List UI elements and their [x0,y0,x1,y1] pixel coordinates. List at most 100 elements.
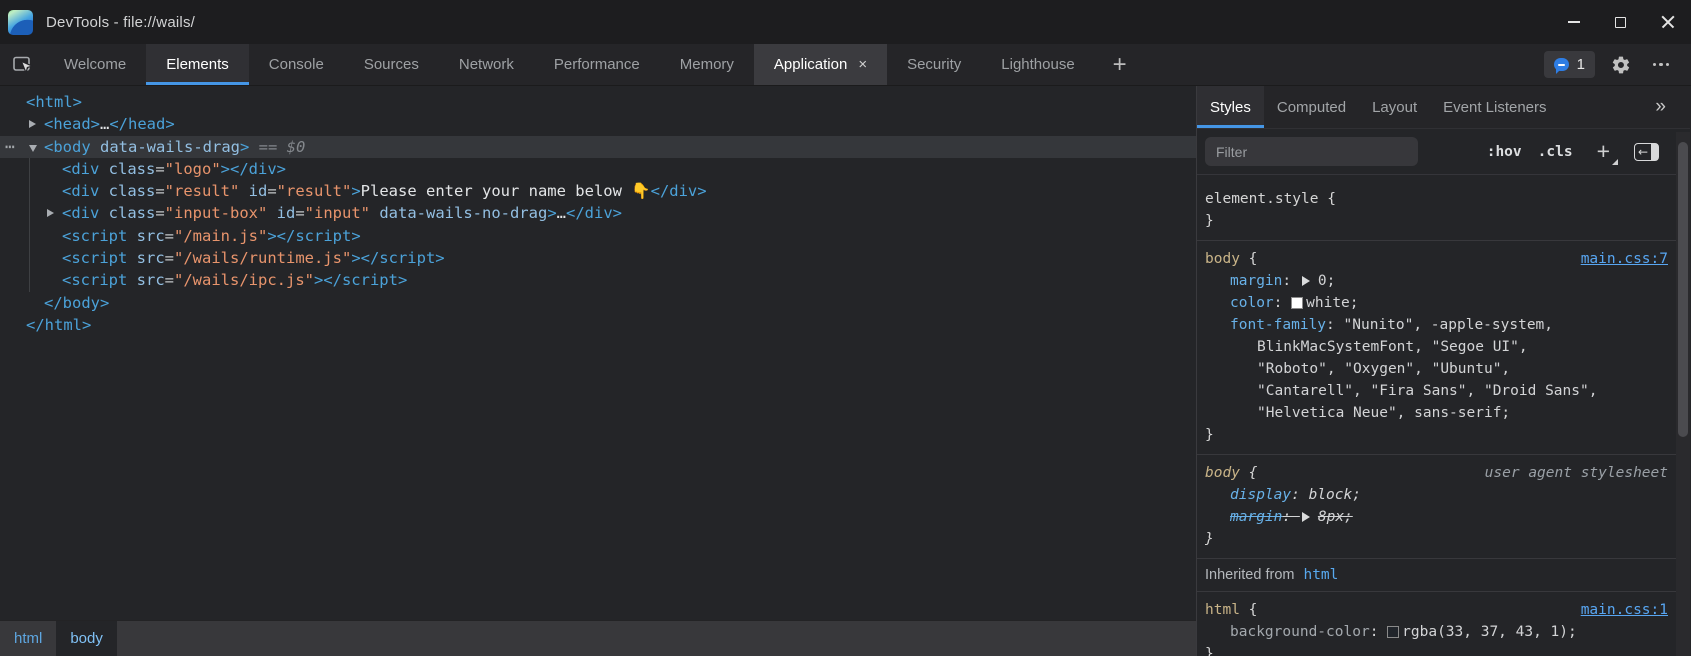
tab-elements[interactable]: Elements [146,44,249,85]
close-tab-icon[interactable]: × [858,57,867,72]
code-segment: <body [44,138,91,156]
breadcrumb-item-body[interactable]: body [56,621,117,656]
tab-memory[interactable]: Memory [660,44,754,85]
css-declaration[interactable]: margin: 8px; [1197,506,1690,528]
css-declaration[interactable]: font-family: "Nunito", -apple-system, [1197,314,1690,336]
rule-selector-line[interactable]: body {user agent stylesheet [1197,462,1690,484]
color-swatch[interactable] [1291,297,1303,309]
rule-selector-line[interactable]: body {main.css:7 [1197,248,1690,270]
dom-tree-row[interactable]: <div class="logo"></div> [0,158,1196,180]
sidebar-more-tabs-button[interactable]: » [1655,86,1690,128]
dom-tree-row[interactable]: ⋯<body data-wails-drag> == $0 [0,136,1196,158]
sidebar-tab-strip: StylesComputedLayoutEvent Listeners » [1197,86,1690,129]
tab-console[interactable]: Console [249,44,344,85]
tab-performance[interactable]: Performance [534,44,660,85]
close-icon [1661,15,1675,29]
dom-tree-row[interactable]: <div class="input-box" id="input" data-w… [0,202,1196,224]
tab-lighthouse[interactable]: Lighthouse [981,44,1094,85]
css-property-name: margin [1230,506,1282,528]
devtools-content: <html><head>…</head>⋯<body data-wails-dr… [0,86,1691,656]
code-segment: <html> [26,93,82,111]
styles-sidebar: StylesComputedLayoutEvent Listeners » :ho… [1197,86,1690,656]
sidebar-tab-layout[interactable]: Layout [1359,86,1430,128]
color-swatch[interactable] [1387,626,1399,638]
code-segment: id [239,182,267,200]
issues-counter-button[interactable]: 1 [1544,51,1595,78]
css-value-continuation: "Roboto", "Oxygen", "Ubuntu", [1197,358,1690,380]
toggle-computed-sidebar-button[interactable]: ← [1634,143,1659,161]
rule-selector-line[interactable]: html {main.css:1 [1197,599,1690,621]
styles-filter-input[interactable] [1205,137,1418,166]
css-property-value: 8px; [1318,506,1353,528]
dom-tree-row[interactable]: </body> [0,292,1196,314]
sidebar-tab-styles[interactable]: Styles [1197,86,1264,128]
code-segment: </html> [26,316,91,334]
css-declaration[interactable]: color: white; [1197,292,1690,314]
minimize-button[interactable] [1550,0,1597,44]
tab-label: Console [269,56,324,73]
toggle-element-state-button[interactable]: :hov [1487,144,1522,160]
tab-application[interactable]: Application× [754,44,887,85]
tab-welcome[interactable]: Welcome [44,44,146,85]
dom-tree-row[interactable]: <div class="result" id="result">Please e… [0,180,1196,202]
more-options-button[interactable] [1647,51,1675,79]
expand-arrow-icon[interactable] [47,209,54,217]
collapse-arrow-icon[interactable] [29,145,37,152]
close-button[interactable] [1644,0,1691,44]
inspect-element-button[interactable] [0,44,44,85]
inherited-node-link[interactable]: html [1303,564,1338,586]
code-segment: = [155,182,164,200]
breadcrumb-item-html[interactable]: html [0,621,56,656]
tab-network[interactable]: Network [439,44,534,85]
expand-value-icon[interactable] [1302,276,1310,286]
code-segment: ></script> [314,271,407,289]
maximize-button[interactable] [1597,0,1644,44]
styles-scrollbar[interactable] [1676,132,1690,656]
dom-tree-row[interactable]: <script src="/wails/ipc.js"></script> [0,269,1196,291]
stylesheet-link[interactable]: main.css:1 [1581,602,1668,618]
css-property-value: rgba(33, 37, 43, 1); [1402,621,1577,643]
tab-sources[interactable]: Sources [344,44,439,85]
code-segment: <div [62,204,99,222]
code-segment: </div> [651,182,707,200]
sidebar-tab-event-listeners[interactable]: Event Listeners [1430,86,1559,128]
settings-button[interactable] [1607,51,1635,79]
sidebar-tab-computed[interactable]: Computed [1264,86,1359,128]
scrollbar-thumb[interactable] [1678,142,1688,437]
dom-tree-row[interactable]: <html> [0,91,1196,113]
panel-tab-strip: WelcomeElements Console SourcesNetworkPerf… [44,44,1095,85]
css-declaration[interactable]: margin: 0; [1197,270,1690,292]
code-segment: = [295,204,304,222]
css-declaration[interactable]: display: block; [1197,484,1690,506]
more-tabs-button[interactable]: + [1095,44,1145,85]
code-segment: data-wails-no-drag [370,204,547,222]
close-brace: } [1197,424,1690,446]
code-segment: </div> [566,204,622,222]
rule-selector: body [1205,462,1240,484]
expand-arrow-icon[interactable] [29,120,36,128]
style-rule: body {main.css:7margin: 0;color: white;f… [1197,241,1690,455]
dom-tree-row[interactable]: <head>…</head> [0,113,1196,135]
more-actions-icon[interactable]: ⋯ [5,136,16,158]
css-declaration[interactable]: background-color: rgba(33, 37, 43, 1); [1197,621,1690,643]
css-property-value: white; [1306,292,1358,314]
rule-selector-line[interactable]: element.style { [1197,188,1690,210]
elements-pane: <html><head>…</head>⋯<body data-wails-dr… [0,86,1197,656]
dom-tree-row[interactable]: </html> [0,314,1196,336]
rule-origin: main.css:1 [1581,599,1668,621]
open-brace: { [1240,248,1257,270]
new-style-rule-button[interactable]: + [1597,140,1610,163]
dom-tree-row[interactable]: <script src="/wails/runtime.js"></script… [0,247,1196,269]
expand-value-icon[interactable] [1302,512,1310,522]
tab-security[interactable]: Security [887,44,981,85]
tab-label: Security [907,56,961,73]
code-segment: = [165,227,174,245]
code-segment: <script [62,249,127,267]
element-classes-button[interactable]: .cls [1538,144,1573,160]
styles-toolbar: :hov .cls + ← [1197,129,1690,175]
panel-bar-icon [1651,144,1658,160]
stylesheet-link[interactable]: main.css:7 [1581,251,1668,267]
dom-tree-row[interactable]: <script src="/main.js"></script> [0,225,1196,247]
close-brace: } [1197,210,1690,232]
close-brace: } [1197,528,1690,550]
